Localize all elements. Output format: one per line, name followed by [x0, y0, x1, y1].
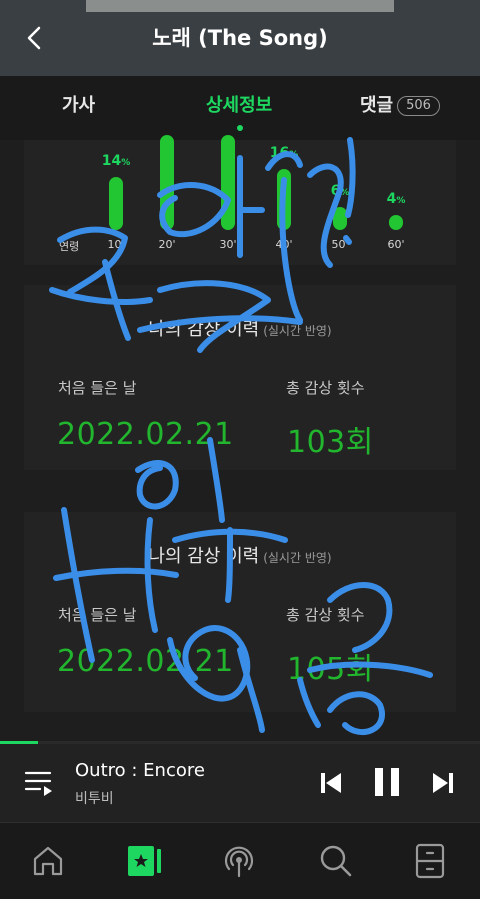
song-title[interactable]: Outro : Encore	[75, 760, 205, 781]
age-bar	[333, 207, 347, 230]
tab-bar: 가사 상세정보 댓글 506	[0, 76, 480, 140]
age-tick-label: 10'	[107, 238, 125, 251]
total-plays-count: 105회	[287, 652, 374, 687]
mymusic-icon[interactable]	[126, 843, 164, 879]
first-listen-label: 처음 들은 날	[58, 379, 137, 397]
first-listen-label: 처음 들은 날	[58, 606, 137, 624]
tab-lyrics-label: 가사	[62, 95, 96, 116]
podcast-icon[interactable]	[221, 843, 257, 879]
tab-comments-label: 댓글	[360, 95, 394, 116]
age-tick-label: 40'	[275, 238, 293, 251]
history-title: 나의 감상 이력 (실시간 반영)	[24, 542, 456, 568]
artist-name[interactable]: 비투비	[75, 788, 114, 808]
tab-details[interactable]: 상세정보	[206, 94, 272, 118]
total-plays-label: 총 감상 횟수	[286, 606, 365, 624]
tab-details-label: 상세정보	[206, 95, 273, 116]
bottom-navigation	[0, 822, 480, 899]
playlist-icon[interactable]	[24, 769, 54, 797]
total-plays-count: 103회	[287, 425, 374, 460]
first-listen-date: 2022.02.21	[57, 417, 234, 452]
next-icon[interactable]	[430, 770, 456, 796]
first-listen-date: 2022.02.21	[57, 644, 234, 679]
age-tick-label: 30'	[219, 238, 237, 251]
age-bar	[221, 135, 235, 230]
pause-icon[interactable]	[372, 766, 402, 798]
listening-history-card: 나의 감상 이력 (실시간 반영) 처음 들은 날 총 감상 횟수 2022.02…	[24, 285, 456, 470]
page-title: 노래 (The Song)	[152, 26, 328, 50]
age-tick-label: 50'	[331, 238, 349, 251]
header: 노래 (The Song)	[0, 0, 480, 76]
tab-lyrics[interactable]: 가사	[62, 94, 95, 118]
age-bar	[277, 169, 291, 230]
home-icon[interactable]	[31, 845, 65, 877]
history-title-text: 나의 감상 이력	[148, 319, 260, 340]
search-icon[interactable]	[318, 843, 354, 879]
age-bar	[109, 176, 123, 230]
age-tick-label: 60'	[387, 238, 405, 251]
total-plays-label: 총 감상 횟수	[286, 379, 365, 397]
history-title: 나의 감상 이력 (실시간 반영)	[24, 315, 456, 341]
age-percent-label: 6%	[330, 183, 350, 200]
active-tab-indicator	[237, 125, 243, 131]
storage-icon[interactable]	[414, 843, 446, 879]
age-percent-label: 14%	[101, 152, 131, 169]
age-percent-label: 16%	[269, 145, 299, 162]
album-photo-strip	[86, 0, 394, 12]
age-tick-label: 20'	[158, 238, 176, 251]
comment-count-badge: 506	[397, 96, 440, 116]
previous-icon[interactable]	[318, 770, 344, 796]
age-bar	[389, 214, 403, 230]
listening-history-card: 나의 감상 이력 (실시간 반영) 처음 들은 날 총 감상 횟수 2022.02…	[24, 512, 456, 712]
history-title-text: 나의 감상 이력	[148, 546, 260, 567]
mini-player[interactable]: Outro : Encore 비투비	[0, 744, 480, 822]
history-subtitle: (실시간 반영)	[263, 551, 332, 565]
history-subtitle: (실시간 반영)	[263, 324, 332, 338]
age-percent-label: 4%	[386, 190, 406, 207]
age-chart: 연령 14% 10' 20' 30' 16% 40' 6% 50' 4% 60'	[24, 135, 456, 265]
age-axis-label: 연령	[59, 240, 80, 253]
tab-comments[interactable]: 댓글 506	[360, 94, 440, 118]
age-bar	[160, 135, 174, 230]
